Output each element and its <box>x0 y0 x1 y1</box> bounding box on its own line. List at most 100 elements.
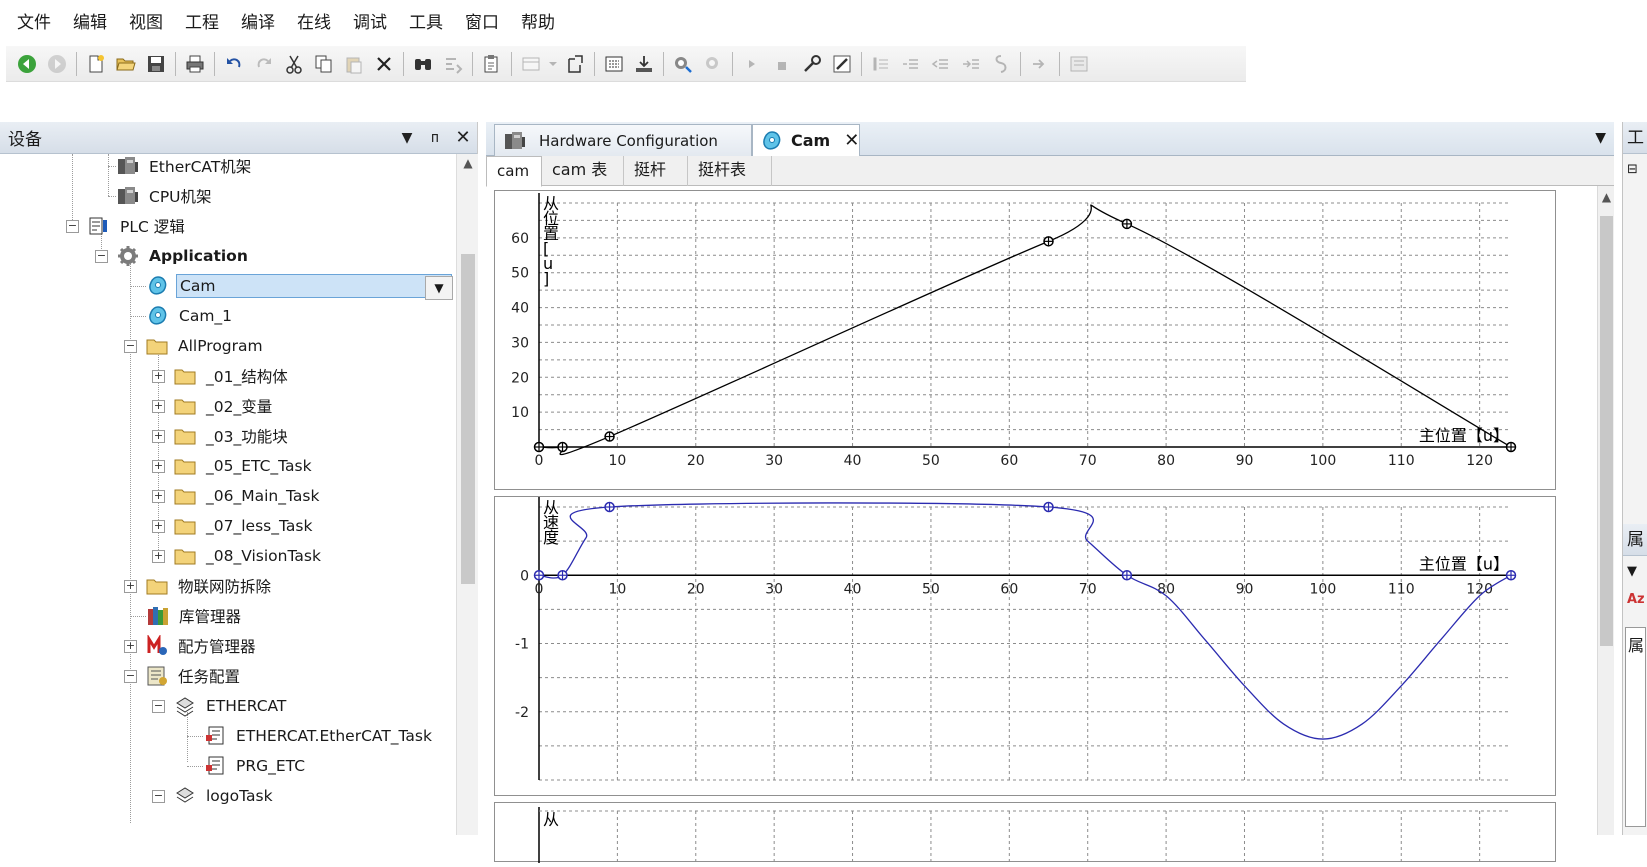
find-binoculars-icon[interactable] <box>409 50 437 78</box>
tree-item-06-main-task[interactable]: + _06_Main_Task <box>152 481 322 511</box>
tree-item-cam[interactable]: Cam <box>146 271 452 301</box>
collapse-toggle[interactable]: − <box>152 699 165 713</box>
filter-icon[interactable]: ▼ <box>1627 564 1637 579</box>
download-icon[interactable] <box>630 50 658 78</box>
expand-toggle[interactable]: + <box>124 579 137 593</box>
tree-item-iot-anti-tamper[interactable]: + 物联网防拆除 <box>124 571 274 601</box>
tree-item-ethercat-task[interactable]: ETHERCAT.EtherCAT_Task <box>203 721 435 751</box>
menu-online[interactable]: 在线 <box>286 0 342 46</box>
menu-help[interactable]: 帮助 <box>510 0 566 46</box>
menu-edit[interactable]: 编辑 <box>62 0 118 46</box>
menu-window[interactable]: 窗口 <box>454 0 510 46</box>
tree-item-application[interactable]: − Application <box>95 241 251 271</box>
collapse-toggle[interactable]: − <box>95 249 108 263</box>
position-chart[interactable]: 0 10 20 30 40 50 60 70 80 90 100 110 120 10 20 30 40 50 60… <box>495 191 1557 491</box>
save-icon[interactable] <box>142 50 170 78</box>
acceleration-chart[interactable]: 从 <box>495 803 1557 863</box>
breakpoint-icon[interactable] <box>987 50 1015 78</box>
subtab-tappet-table[interactable]: 挺杆表 <box>688 156 772 186</box>
dropdown-arrow-icon[interactable] <box>547 50 559 78</box>
properties-panel-header[interactable]: 属 <box>1623 524 1647 556</box>
collapse-toggle[interactable]: − <box>124 339 137 353</box>
expand-toggle[interactable]: + <box>152 549 165 563</box>
expand-toggle[interactable]: + <box>152 399 165 413</box>
open-folder-icon[interactable] <box>112 50 140 78</box>
watch-list-icon[interactable] <box>1065 50 1093 78</box>
tab-list-dropdown-icon[interactable]: ▼ <box>1595 130 1606 146</box>
tree-item-allprogram[interactable]: − AllProgram <box>124 331 266 361</box>
back-arrow-icon[interactable] <box>13 50 41 78</box>
tree-item-05-etc-task[interactable]: + _05_ETC_Task <box>152 451 315 481</box>
tree-item-recipe-manager[interactable]: + 配方管理器 <box>124 631 259 661</box>
panel-menu-icon[interactable]: ▼ <box>393 130 421 146</box>
expand-toggle[interactable]: + <box>124 639 137 653</box>
tree-item-task-config[interactable]: − 任务配置 <box>124 661 243 691</box>
undo-icon[interactable] <box>220 50 248 78</box>
close-icon[interactable]: ✕ <box>844 130 859 151</box>
stop-icon[interactable] <box>768 50 796 78</box>
scroll-up-icon[interactable]: ▲ <box>457 156 479 170</box>
replace-icon[interactable] <box>439 50 467 78</box>
tools-wrench-icon[interactable] <box>798 50 826 78</box>
delete-icon[interactable] <box>370 50 398 78</box>
paste-icon[interactable] <box>340 50 368 78</box>
collapse-toggle[interactable]: ⊟ <box>1627 162 1638 177</box>
menu-debug[interactable]: 调试 <box>342 0 398 46</box>
tab-hardware-configuration[interactable]: Hardware Configuration <box>494 124 752 156</box>
new-file-icon[interactable] <box>82 50 110 78</box>
tree-item-prg-etc[interactable]: PRG_ETC <box>203 751 308 781</box>
tree-scrollbar[interactable]: ▲ <box>456 154 478 835</box>
tree-item-ethercat-rack[interactable]: EtherCAT机架 <box>116 154 254 181</box>
subtab-cam[interactable]: cam <box>486 156 542 187</box>
jump-arrow-icon[interactable] <box>1026 50 1054 78</box>
redo-icon[interactable] <box>250 50 278 78</box>
tree-item-ethercat[interactable]: − ETHERCAT <box>152 691 289 721</box>
expand-toggle[interactable]: + <box>152 429 165 443</box>
tree-item-02-variables[interactable]: + _02_变量 <box>152 391 275 421</box>
sort-az-icon[interactable]: Az <box>1627 592 1645 607</box>
forward-arrow-icon[interactable] <box>43 50 71 78</box>
menu-tools[interactable]: 工具 <box>398 0 454 46</box>
copy-icon[interactable] <box>310 50 338 78</box>
editor-scrollbar[interactable]: ▲ <box>1597 186 1614 835</box>
scroll-up-icon[interactable]: ▲ <box>1598 190 1615 204</box>
logout-icon[interactable] <box>699 50 727 78</box>
tree-item-07-less-task[interactable]: + _07_less_Task <box>152 511 315 541</box>
subtab-cam-table[interactable]: cam 表 <box>542 156 624 186</box>
tab-cam[interactable]: Cam ✕ <box>752 124 860 156</box>
menu-project[interactable]: 工程 <box>174 0 230 46</box>
step-over-icon[interactable] <box>897 50 925 78</box>
run-to-cursor-icon[interactable] <box>957 50 985 78</box>
collapse-toggle[interactable]: − <box>66 219 79 233</box>
tree-item-cam-1[interactable]: Cam_1 <box>146 301 235 331</box>
scroll-thumb[interactable] <box>461 254 475 584</box>
tree-item-03-function-blocks[interactable]: + _03_功能块 <box>152 421 291 451</box>
step-into-icon[interactable] <box>867 50 895 78</box>
menu-file[interactable]: 文件 <box>6 0 62 46</box>
collapse-toggle[interactable]: − <box>124 669 137 683</box>
scroll-thumb[interactable] <box>1600 216 1613 646</box>
export-icon[interactable] <box>561 50 589 78</box>
pin-icon[interactable]: ᴨ <box>421 130 449 146</box>
step-out-icon[interactable] <box>927 50 955 78</box>
close-icon[interactable]: ✕ <box>449 127 477 148</box>
tree-dropdown-button[interactable]: ▼ <box>425 276 453 300</box>
velocity-chart[interactable]: 0 10 20 30 40 50 60 70 80 90 100 110 1200-1-2从速度主位置【… <box>495 497 1557 797</box>
cut-icon[interactable] <box>280 50 308 78</box>
tree-item-01-struct[interactable]: + _01_结构体 <box>152 361 291 391</box>
menu-build[interactable]: 编译 <box>230 0 286 46</box>
tree-item-plc-logic[interactable]: − PLC 逻辑 <box>66 211 188 241</box>
menu-view[interactable]: 视图 <box>118 0 174 46</box>
tree-item-cpu-rack[interactable]: CPU机架 <box>116 181 215 211</box>
collapse-toggle[interactable]: − <box>152 789 165 803</box>
print-icon[interactable] <box>181 50 209 78</box>
clipboard-icon[interactable] <box>478 50 506 78</box>
expand-toggle[interactable]: + <box>152 369 165 383</box>
run-icon[interactable] <box>738 50 766 78</box>
insert-object-icon[interactable] <box>517 50 545 78</box>
edit-pencil-icon[interactable] <box>828 50 856 78</box>
expand-toggle[interactable]: + <box>152 489 165 503</box>
tree-item-logo-task[interactable]: − logoTask <box>152 781 276 811</box>
expand-toggle[interactable]: + <box>152 519 165 533</box>
build-icon[interactable] <box>600 50 628 78</box>
